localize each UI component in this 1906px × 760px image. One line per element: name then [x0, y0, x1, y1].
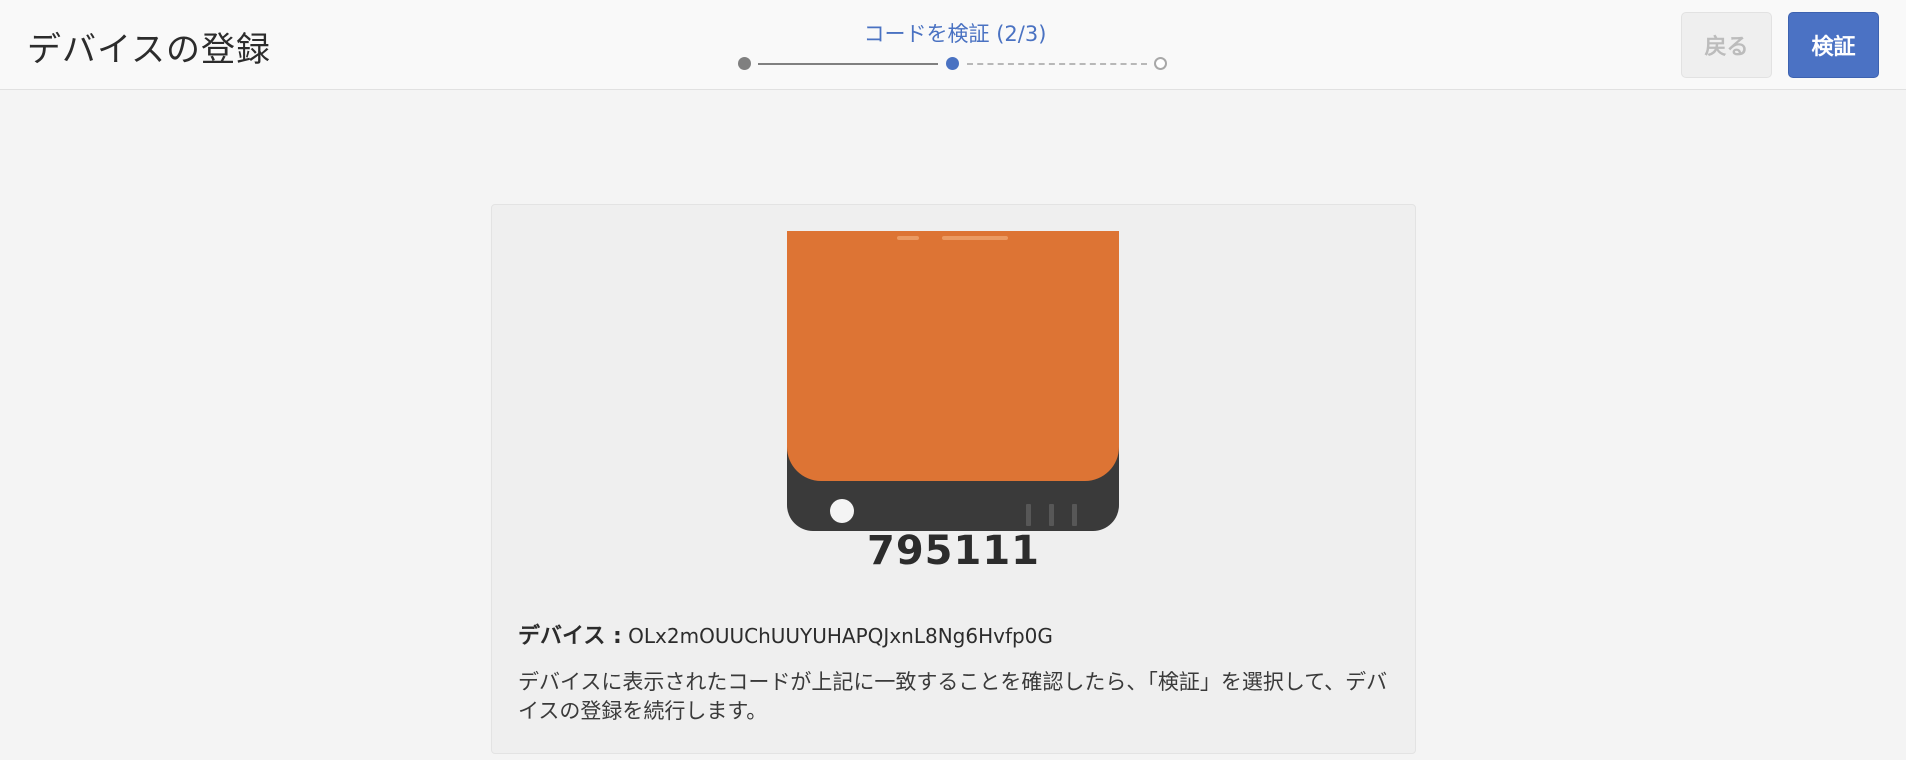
device-vent [1072, 504, 1077, 526]
step-connector-pending [967, 63, 1147, 65]
device-screen-glare [897, 236, 919, 240]
step-connector-completed [758, 63, 938, 65]
device-id-value: OLx2mOUUChUUYUHAPQJxnL8Ng6Hvfp0G [628, 624, 1053, 648]
step-2-dot [946, 57, 959, 70]
verification-card: 795111 デバイス : OLx2mOUUChUUYUHAPQJxnL8Ng6… [491, 204, 1416, 754]
device-screen-glare [942, 236, 1008, 240]
wizard-progress: コードを検証 (2/3) [730, 16, 1180, 76]
verify-button[interactable]: 検証 [1788, 12, 1879, 78]
device-vent [1049, 504, 1054, 526]
device-id-row: デバイス : OLx2mOUUChUUYUHAPQJxnL8Ng6Hvfp0G [518, 618, 1053, 650]
page-title: デバイスの登録 [27, 30, 271, 70]
wizard-step-label: コードを検証 (2/3) [863, 22, 1047, 46]
device-power-button [830, 499, 854, 523]
step-1-dot [738, 57, 751, 70]
device-id-label: デバイス : [518, 624, 622, 649]
verification-code: 795111 [867, 528, 1040, 574]
device-icon [787, 231, 1119, 531]
top-bar: デバイスの登録 コードを検証 (2/3) 戻る 検証 [0, 0, 1906, 90]
device-screen [787, 231, 1119, 481]
device-vent [1026, 504, 1031, 526]
step-3-dot [1154, 57, 1167, 70]
instructions-text: デバイスに表示されたコードが上記に一致することを確認したら、「検証」を選択して、… [518, 670, 1388, 723]
back-button[interactable]: 戻る [1681, 12, 1772, 78]
